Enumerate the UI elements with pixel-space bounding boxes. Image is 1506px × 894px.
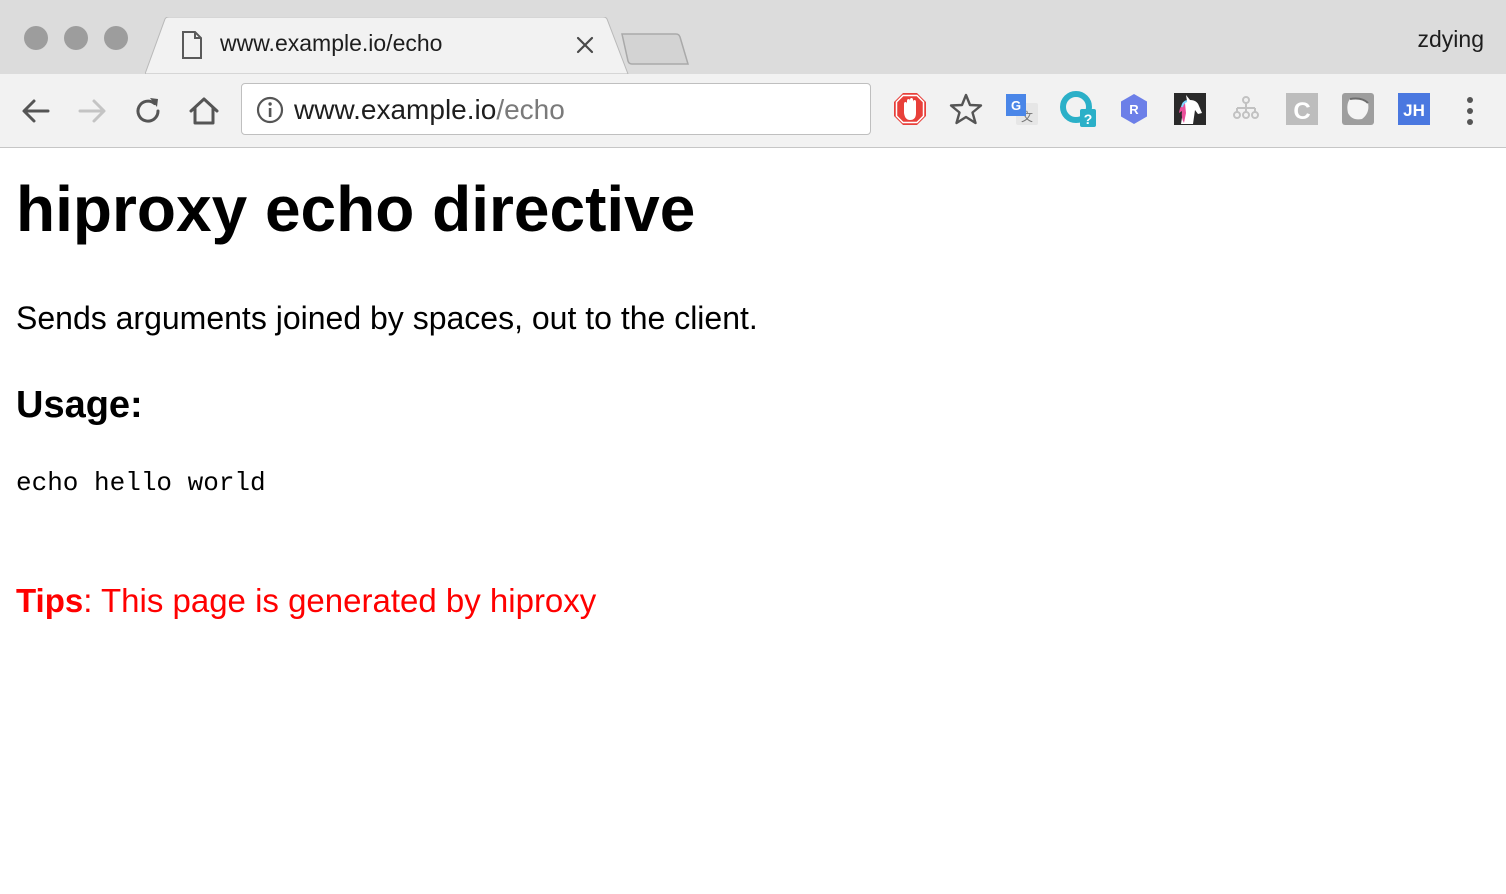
- tab-close-icon[interactable]: [573, 33, 597, 57]
- gray-square-icon[interactable]: [1340, 91, 1376, 127]
- tab-strip: www.example.io/echo zdying: [0, 0, 1506, 75]
- help-extension-icon[interactable]: ?: [1060, 91, 1096, 127]
- usage-heading: Usage:: [16, 384, 143, 426]
- address-bar[interactable]: www.example.io/echo: [241, 83, 871, 135]
- sitemap-icon[interactable]: [1228, 91, 1264, 127]
- forward-arrow-icon[interactable]: [75, 94, 109, 128]
- window-minimize-button[interactable]: [64, 26, 88, 50]
- back-arrow-icon[interactable]: [19, 94, 53, 128]
- svg-text:JH: JH: [1403, 101, 1425, 120]
- jh-extension-icon[interactable]: JH: [1396, 91, 1432, 127]
- reload-icon[interactable]: [131, 94, 165, 128]
- url-path: /echo: [496, 94, 565, 125]
- page-description: Sends arguments joined by spaces, out to…: [16, 300, 758, 336]
- home-icon[interactable]: [187, 94, 221, 128]
- svg-text:?: ?: [1084, 111, 1093, 127]
- tab-active[interactable]: www.example.io/echo: [145, 17, 629, 75]
- svg-text:C: C: [1293, 98, 1310, 125]
- new-tab-button[interactable]: [620, 32, 690, 66]
- unicorn-icon[interactable]: [1172, 91, 1208, 127]
- info-icon[interactable]: [256, 96, 284, 124]
- adblock-icon[interactable]: [892, 91, 928, 127]
- browser-window: www.example.io/echo zdying www.example.i…: [0, 0, 1506, 894]
- window-close-button[interactable]: [24, 26, 48, 50]
- c-extension-icon[interactable]: C: [1284, 91, 1320, 127]
- svg-text:R: R: [1129, 102, 1139, 117]
- svg-text:G: G: [1011, 98, 1021, 113]
- google-translate-icon[interactable]: 文 G: [1004, 91, 1040, 127]
- usage-code: echo hello world: [16, 468, 266, 498]
- bookmark-star-icon[interactable]: [948, 91, 984, 127]
- tips-label: Tips: [16, 582, 84, 619]
- url-text[interactable]: www.example.io/echo: [294, 94, 565, 126]
- page-icon: [182, 31, 202, 59]
- more-vert-icon[interactable]: [1458, 94, 1482, 128]
- tab-title: www.example.io/echo: [220, 30, 443, 56]
- toolbar: www.example.io/echo 文 G ? R C JH: [0, 74, 1506, 148]
- url-host: www.example.io: [294, 94, 497, 125]
- window-maximize-button[interactable]: [104, 26, 128, 50]
- page-title: hiproxy echo directive: [16, 173, 696, 245]
- tips-text: : This page is generated by hiproxy: [83, 582, 597, 619]
- tips-note: Tips: This page is generated by hiproxy: [16, 582, 596, 620]
- profile-name[interactable]: zdying: [1418, 26, 1484, 53]
- r-hexagon-icon[interactable]: R: [1116, 91, 1152, 127]
